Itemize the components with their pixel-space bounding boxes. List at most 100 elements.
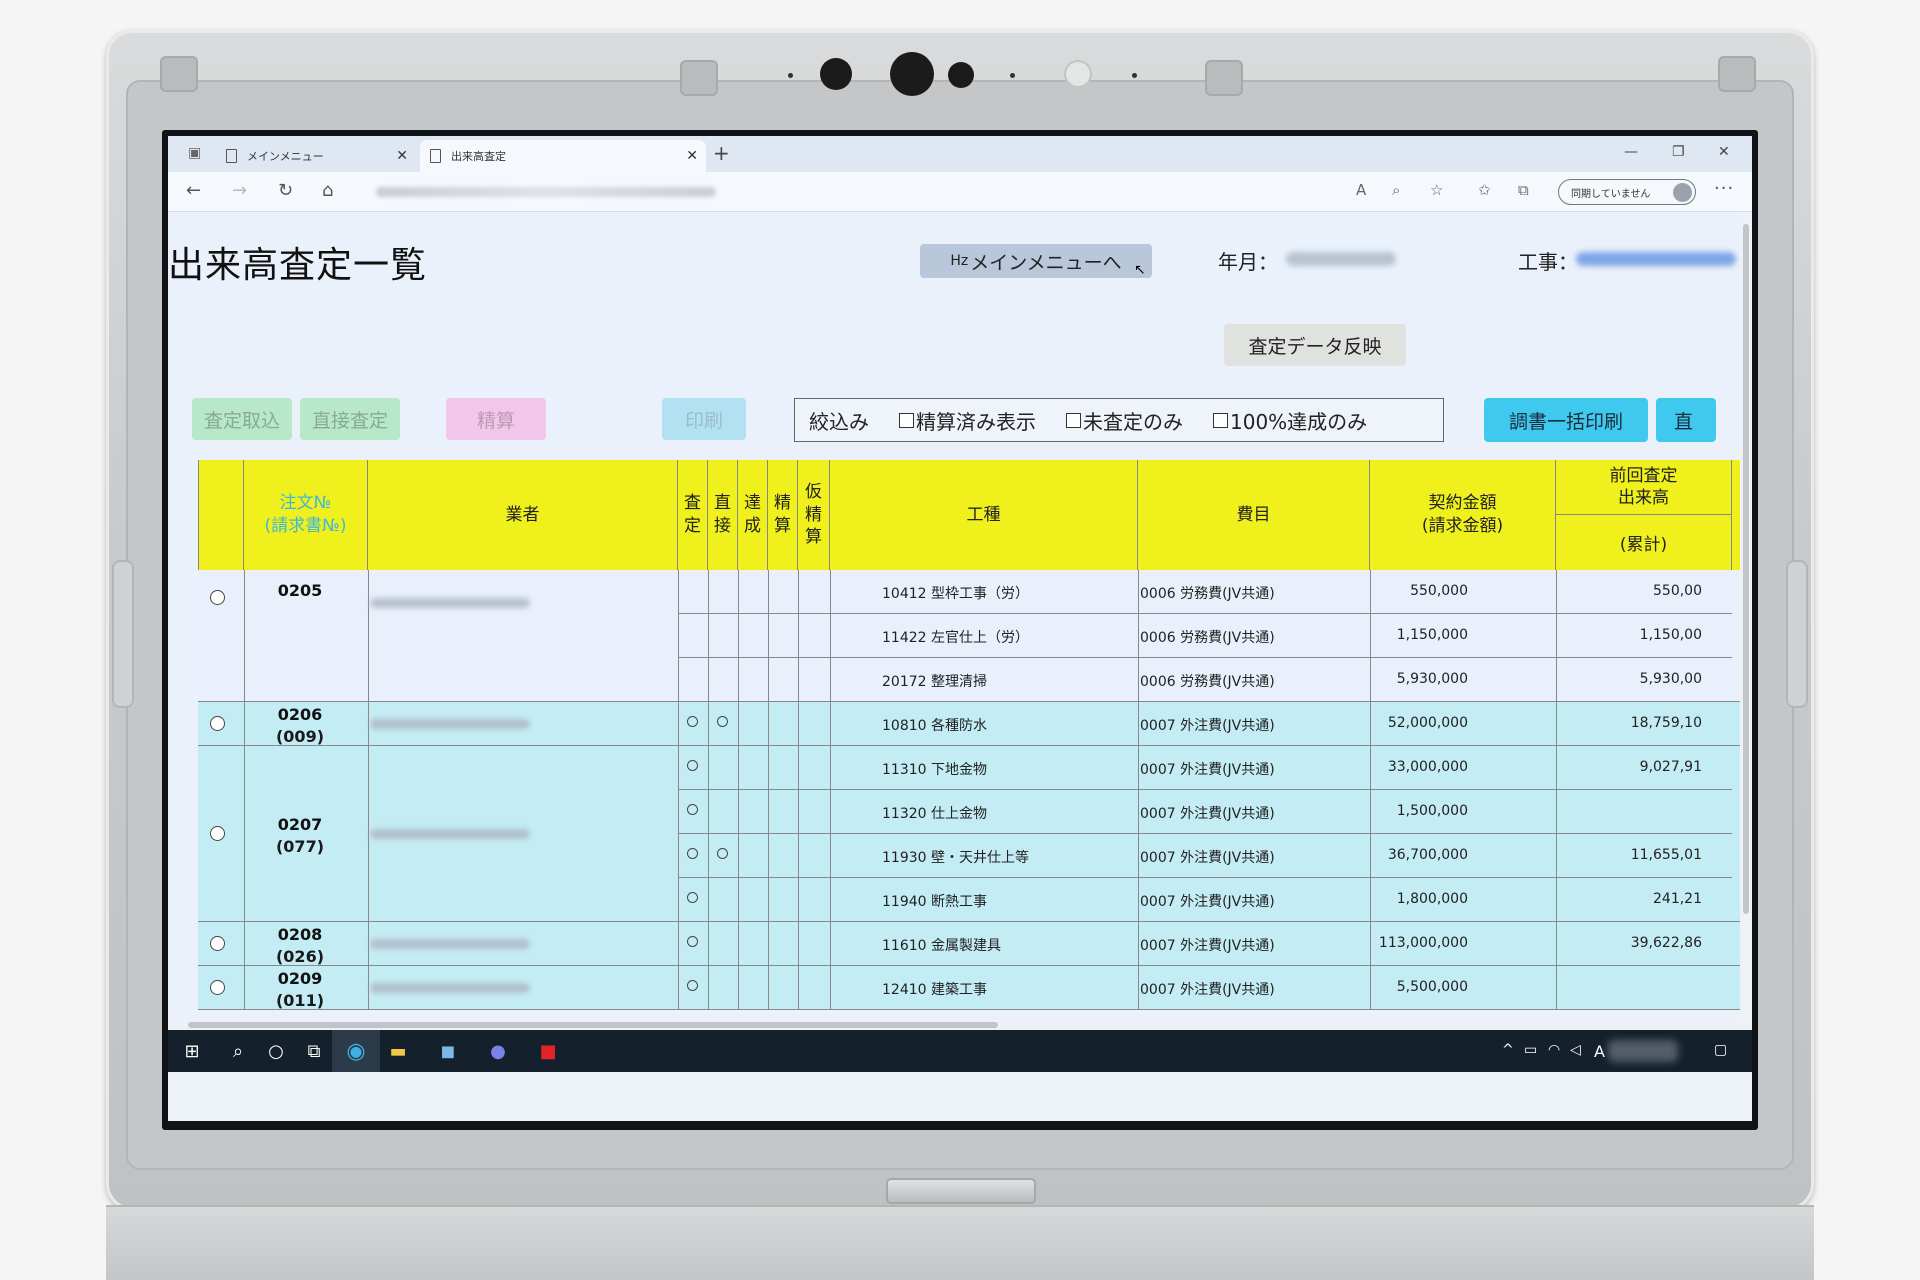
direct-button[interactable]: 直	[1656, 398, 1716, 442]
home-icon[interactable]: ⌂	[322, 180, 333, 201]
vertical-scrollbar[interactable]	[1740, 212, 1752, 1020]
filter-100-percent[interactable]: 100%達成のみ	[1213, 406, 1367, 435]
previous-amount: 550,00	[1653, 583, 1702, 599]
wifi-icon[interactable]: ◠	[1548, 1042, 1560, 1058]
table-row[interactable]: 11930 壁・天井仕上等 0007 外注費(JV共通) 36,700,000 11,…	[678, 834, 1732, 878]
store-icon[interactable]: ◼	[436, 1039, 460, 1063]
bezel-dot	[1132, 73, 1137, 78]
search-icon[interactable]: ⌕	[226, 1039, 250, 1063]
header-assess: 査 定	[678, 460, 708, 570]
checkbox[interactable]	[899, 412, 914, 428]
edge-browser-icon[interactable]: ◉	[332, 1030, 380, 1072]
clock[interactable]	[1608, 1040, 1678, 1062]
url-field[interactable]	[376, 187, 716, 197]
vendor-name	[370, 983, 530, 993]
assessed-mark	[687, 760, 698, 771]
zoom-icon[interactable]: ⌕	[1392, 181, 1400, 199]
header-achieve: 達 成	[738, 460, 768, 570]
direct-assess-button[interactable]: 直接査定	[300, 398, 400, 440]
filter-unassessed[interactable]: 未査定のみ	[1066, 406, 1183, 435]
header-char: 算	[774, 516, 791, 536]
favorites-icon[interactable]: ✩	[1478, 181, 1491, 199]
forward-icon[interactable]: →	[232, 180, 247, 201]
filter-settled[interactable]: 精算済み表示	[899, 406, 1036, 435]
horizontal-scrollbar[interactable]	[168, 1020, 1752, 1030]
favorite-add-icon[interactable]: ☆	[1430, 181, 1443, 199]
scroll-thumb[interactable]	[188, 1022, 998, 1028]
settle-button[interactable]: 精算	[446, 398, 546, 440]
order-no: 0205	[277, 581, 323, 600]
row-select-radio[interactable]	[210, 936, 225, 951]
table-row[interactable]: 10810 各種防水 0007 外注費(JV共通) 52,000,000 18,759…	[678, 702, 1732, 746]
ime-icon[interactable]: A	[1594, 1042, 1605, 1061]
row-select-radio[interactable]	[210, 716, 225, 731]
group-divider	[198, 1009, 1740, 1010]
volume-icon[interactable]: ◁	[1570, 1042, 1581, 1058]
collections-icon[interactable]: ⧉	[1518, 181, 1529, 199]
table-row[interactable]: 11940 断熱工事 0007 外注費(JV共通) 1,800,000 241,21	[678, 878, 1732, 922]
checkbox[interactable]	[1213, 412, 1228, 428]
window-close-icon[interactable]: ✕	[1718, 144, 1730, 160]
checkbox[interactable]	[1066, 412, 1081, 428]
laptop-screen: ▣ メインメニュー ✕ 出来高査定 ✕ + — ❐ ✕ ← → ↻ ⌂ A ⌕	[162, 130, 1758, 1130]
header-previous: 前回査定 出来高 (累計)	[1556, 460, 1732, 570]
teams-icon[interactable]: ●	[486, 1039, 510, 1063]
take-in-button[interactable]: 査定取込	[192, 398, 292, 440]
table-row[interactable]: 11310 下地金物 0007 外注費(JV共通) 33,000,000 9,027,…	[678, 746, 1732, 790]
tray-chevron-icon[interactable]: ^	[1502, 1042, 1514, 1058]
header-order-sub: (請求書№)	[264, 516, 347, 536]
close-icon[interactable]: ✕	[396, 148, 408, 164]
invoice-no: (077)	[275, 837, 325, 857]
order-group: 0206 (009) 10810 各種防水 0007 外注費(JV共通) 52,000,…	[198, 702, 1740, 746]
browser-tab-bar: ▣ メインメニュー ✕ 出来高査定 ✕ + — ❐ ✕	[168, 136, 1752, 172]
header-char: 査	[684, 493, 701, 514]
vendor-name	[370, 719, 530, 729]
windows-start-icon[interactable]: ⊞	[180, 1039, 204, 1063]
more-icon[interactable]: ···	[1714, 178, 1734, 199]
row-select-radio[interactable]	[210, 980, 225, 995]
table-header: 注文№ (請求書№) 業者 査 定 直 接 達 成 精 算 仮 精 算 工種 費…	[198, 460, 1740, 570]
bulk-print-button[interactable]: 調書一括印刷	[1484, 398, 1648, 442]
header-contract: 契約金額 (請求金額)	[1370, 460, 1556, 570]
notification-icon[interactable]: ▢	[1714, 1042, 1727, 1058]
reflect-assessment-button[interactable]: 査定データ反映	[1224, 324, 1406, 366]
header-vendor: 業者	[368, 460, 678, 570]
contract-amount: 113,000,000	[1378, 935, 1468, 951]
profile-sync-button[interactable]: 同期していません	[1558, 179, 1696, 205]
refresh-icon[interactable]: ↻	[278, 180, 293, 201]
scroll-thumb[interactable]	[1743, 224, 1749, 914]
cortana-icon[interactable]: ○	[264, 1039, 288, 1063]
new-tab-icon[interactable]: +	[713, 141, 730, 165]
print-button[interactable]: 印刷	[662, 398, 746, 440]
table-row[interactable]: 20172 整理清掃 0006 労務費(JV共通) 5,930,000 5,930,0…	[678, 658, 1732, 702]
tab-assessment[interactable]: 出来高査定 ✕	[420, 140, 706, 172]
battery-icon[interactable]: ▭	[1524, 1042, 1537, 1058]
table-row[interactable]: 11422 左官仕上（労） 0006 労務費(JV共通) 1,150,000 1,15…	[678, 614, 1732, 658]
order-no: 0207	[277, 815, 323, 834]
table-row[interactable]: 11610 金属製建具 0007 外注費(JV共通) 113,000,000 39,6…	[678, 922, 1732, 966]
file-explorer-icon[interactable]: ▬	[386, 1039, 410, 1063]
previous-amount: 9,027,91	[1639, 759, 1702, 775]
main-menu-button[interactable]: Hz メインメニューへ	[920, 244, 1152, 278]
row-select-radio[interactable]	[210, 590, 225, 605]
mouse-cursor-icon: ↖	[1134, 262, 1146, 278]
filter-box: 絞込み 精算済み表示 未査定のみ 100%達成のみ	[794, 398, 1444, 442]
cost-item: 0007 外注費(JV共通)	[1140, 850, 1275, 866]
column-divider	[368, 966, 369, 1010]
task-view-icon[interactable]: ⧉	[302, 1039, 326, 1063]
read-aloud-icon[interactable]: A	[1356, 181, 1366, 199]
cost-item: 0007 外注費(JV共通)	[1140, 806, 1275, 822]
tab-actions-icon[interactable]: ▣	[188, 145, 201, 161]
bezel-bumper	[680, 60, 718, 96]
restore-icon[interactable]: ❐	[1672, 144, 1685, 160]
row-select-radio[interactable]	[210, 826, 225, 841]
table-row[interactable]: 11320 仕上金物 0007 外注費(JV共通) 1,500,000	[678, 790, 1732, 834]
back-icon[interactable]: ←	[186, 180, 201, 201]
table-row[interactable]: 10412 型枠工事（労） 0006 労務費(JV共通) 550,000 550,00	[678, 570, 1732, 614]
project-value	[1576, 252, 1736, 266]
close-icon[interactable]: ✕	[686, 148, 698, 164]
acrobat-icon[interactable]: ■	[536, 1039, 560, 1063]
minimize-icon[interactable]: —	[1624, 144, 1638, 160]
tab-main-menu[interactable]: メインメニュー ✕	[216, 140, 416, 172]
table-row[interactable]: 12410 建築工事 0007 外注費(JV共通) 5,500,000	[678, 966, 1732, 1010]
